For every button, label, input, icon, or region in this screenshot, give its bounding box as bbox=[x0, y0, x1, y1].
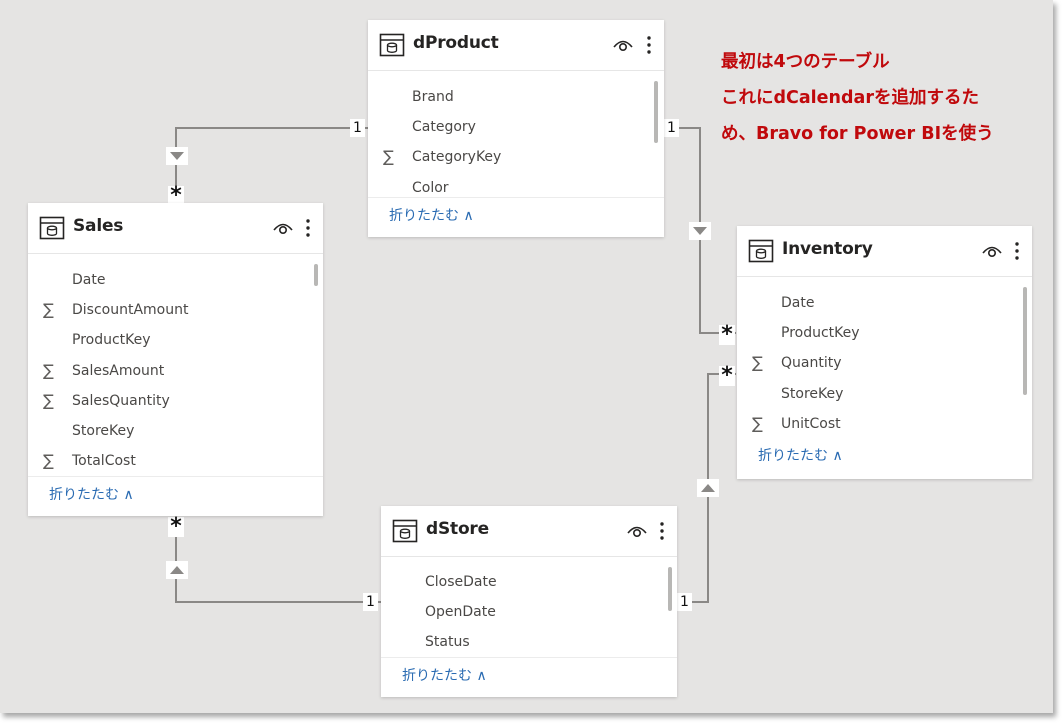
eye-icon[interactable] bbox=[272, 220, 294, 236]
cardinality-one-label: 1 bbox=[664, 119, 679, 137]
sum-icon: ∑ bbox=[752, 413, 763, 433]
annotation-line: これにdCalendarを追加するた bbox=[721, 88, 979, 108]
more-vertical-icon[interactable] bbox=[658, 520, 666, 542]
field-row[interactable]: Date bbox=[737, 288, 1032, 318]
field-name: Date bbox=[72, 272, 106, 288]
table-card-dproduct[interactable]: dProduct Brand Category ∑ CategoryKey Col… bbox=[368, 20, 664, 237]
table-icon bbox=[379, 33, 405, 57]
relationship-line-dstore-sales bbox=[175, 517, 381, 603]
table-card-header[interactable]: Sales bbox=[28, 203, 323, 254]
cardinality-many-label: * bbox=[719, 324, 735, 346]
field-row[interactable]: OpenDate bbox=[381, 597, 677, 627]
cardinality-many-label: * bbox=[168, 516, 184, 538]
scrollbar[interactable] bbox=[1023, 287, 1027, 395]
field-name: Color bbox=[412, 179, 449, 196]
annotation-line: 最初は4つのテーブル bbox=[721, 52, 890, 72]
eye-icon[interactable] bbox=[612, 37, 634, 53]
field-list[interactable]: CloseDate OpenDate Status bbox=[381, 567, 677, 663]
table-title: Sales bbox=[73, 216, 124, 236]
scrollbar[interactable] bbox=[654, 81, 658, 143]
field-row[interactable]: Date bbox=[28, 265, 323, 295]
scrollbar[interactable] bbox=[314, 264, 318, 286]
field-name: Status bbox=[425, 634, 470, 651]
sum-icon: ∑ bbox=[752, 353, 763, 373]
model-canvas[interactable]: 1 * 1 * 1 * 1 * dProduct Brand Category … bbox=[0, 0, 1053, 713]
field-row[interactable]: CloseDate bbox=[381, 567, 677, 597]
collapse-button[interactable]: 折りたたむ ∧ bbox=[381, 657, 677, 696]
field-name: DiscountAmount bbox=[72, 302, 189, 319]
field-row[interactable]: Brand bbox=[368, 82, 664, 112]
collapse-button[interactable]: 折りたたむ ∧ bbox=[368, 197, 664, 236]
field-name: UnitCost bbox=[781, 415, 841, 432]
field-row[interactable]: ProductKey bbox=[28, 325, 323, 355]
field-name: CloseDate bbox=[425, 574, 497, 590]
field-name: SalesAmount bbox=[72, 362, 165, 379]
cardinality-many-label: * bbox=[719, 365, 735, 387]
sum-icon: ∑ bbox=[43, 390, 54, 410]
cardinality-one-label: 1 bbox=[350, 119, 365, 137]
field-row[interactable]: ∑ TotalCost bbox=[28, 446, 323, 476]
table-icon bbox=[392, 519, 418, 543]
more-vertical-icon[interactable] bbox=[304, 217, 312, 239]
sum-icon: ∑ bbox=[383, 147, 394, 167]
eye-icon[interactable] bbox=[626, 523, 648, 539]
more-vertical-icon[interactable] bbox=[1013, 240, 1021, 262]
filter-direction-up-icon bbox=[166, 561, 188, 579]
field-name: CategoryKey bbox=[412, 149, 502, 166]
field-row[interactable]: ∑ SalesQuantity bbox=[28, 386, 323, 416]
field-name: OpenDate bbox=[425, 604, 496, 621]
cardinality-one-label: 1 bbox=[363, 593, 378, 611]
filter-direction-down-icon bbox=[689, 222, 711, 240]
filter-direction-down-icon bbox=[166, 147, 188, 165]
table-card-sales[interactable]: Sales Date ∑ DiscountAmount ProductKey ∑ S… bbox=[28, 203, 323, 516]
table-card-header[interactable]: Inventory bbox=[737, 226, 1032, 277]
field-row[interactable]: Status bbox=[381, 627, 677, 657]
field-row[interactable]: StoreKey bbox=[737, 379, 1032, 409]
field-name: Brand bbox=[412, 89, 454, 105]
table-title: dProduct bbox=[413, 33, 499, 53]
field-name: StoreKey bbox=[72, 422, 135, 439]
table-title: dStore bbox=[426, 519, 489, 539]
field-row[interactable]: ∑ CategoryKey bbox=[368, 142, 664, 172]
field-row[interactable]: StoreKey bbox=[28, 416, 323, 446]
cardinality-one-label: 1 bbox=[677, 593, 692, 611]
field-row[interactable]: ProductKey bbox=[737, 318, 1032, 348]
field-name: ProductKey bbox=[72, 332, 151, 349]
collapse-button[interactable]: 折りたたむ ∧ bbox=[28, 476, 323, 515]
field-list[interactable]: Date ProductKey ∑ Quantity StoreKey ∑ Unit… bbox=[737, 288, 1032, 443]
field-list[interactable]: Brand Category ∑ CategoryKey Color bbox=[368, 82, 664, 210]
field-name: ProductKey bbox=[781, 325, 860, 342]
table-card-header[interactable]: dStore bbox=[381, 506, 677, 557]
field-row[interactable]: ∑ DiscountAmount bbox=[28, 295, 323, 325]
scrollbar[interactable] bbox=[668, 567, 672, 611]
table-card-dstore[interactable]: dStore CloseDate OpenDate Status 折りたたむ ∧ bbox=[381, 506, 677, 697]
table-title: Inventory bbox=[782, 239, 873, 259]
collapse-button[interactable]: 折りたたむ ∧ bbox=[737, 438, 1032, 476]
field-name: TotalCost bbox=[72, 453, 136, 470]
sum-icon: ∑ bbox=[43, 451, 54, 471]
eye-icon[interactable] bbox=[981, 243, 1003, 259]
field-row[interactable]: ∑ SalesAmount bbox=[28, 356, 323, 386]
field-name: SalesQuantity bbox=[72, 392, 170, 409]
field-row[interactable]: ∑ Quantity bbox=[737, 348, 1032, 378]
sum-icon: ∑ bbox=[43, 300, 54, 320]
field-name: Quantity bbox=[781, 355, 842, 372]
relationship-line-dproduct-sales bbox=[175, 127, 368, 202]
more-vertical-icon[interactable] bbox=[645, 34, 653, 56]
annotation-note: 最初は4つのテーブル これにdCalendarを追加するた め、Bravo fo… bbox=[721, 44, 994, 152]
field-name: Category bbox=[412, 119, 476, 136]
field-name: Date bbox=[781, 295, 815, 311]
table-card-inventory[interactable]: Inventory Date ProductKey ∑ Quantity Stor… bbox=[737, 226, 1032, 479]
field-name: StoreKey bbox=[781, 385, 844, 402]
table-icon bbox=[39, 216, 65, 240]
table-card-header[interactable]: dProduct bbox=[368, 20, 664, 71]
filter-direction-up-icon bbox=[697, 479, 719, 497]
field-row[interactable]: Category bbox=[368, 112, 664, 142]
annotation-line: め、Bravo for Power BIを使う bbox=[721, 124, 994, 144]
field-list[interactable]: Date ∑ DiscountAmount ProductKey ∑ SalesAm… bbox=[28, 265, 323, 481]
field-row[interactable]: ∑ UnitCost bbox=[737, 409, 1032, 439]
sum-icon: ∑ bbox=[43, 360, 54, 380]
table-icon bbox=[748, 239, 774, 263]
